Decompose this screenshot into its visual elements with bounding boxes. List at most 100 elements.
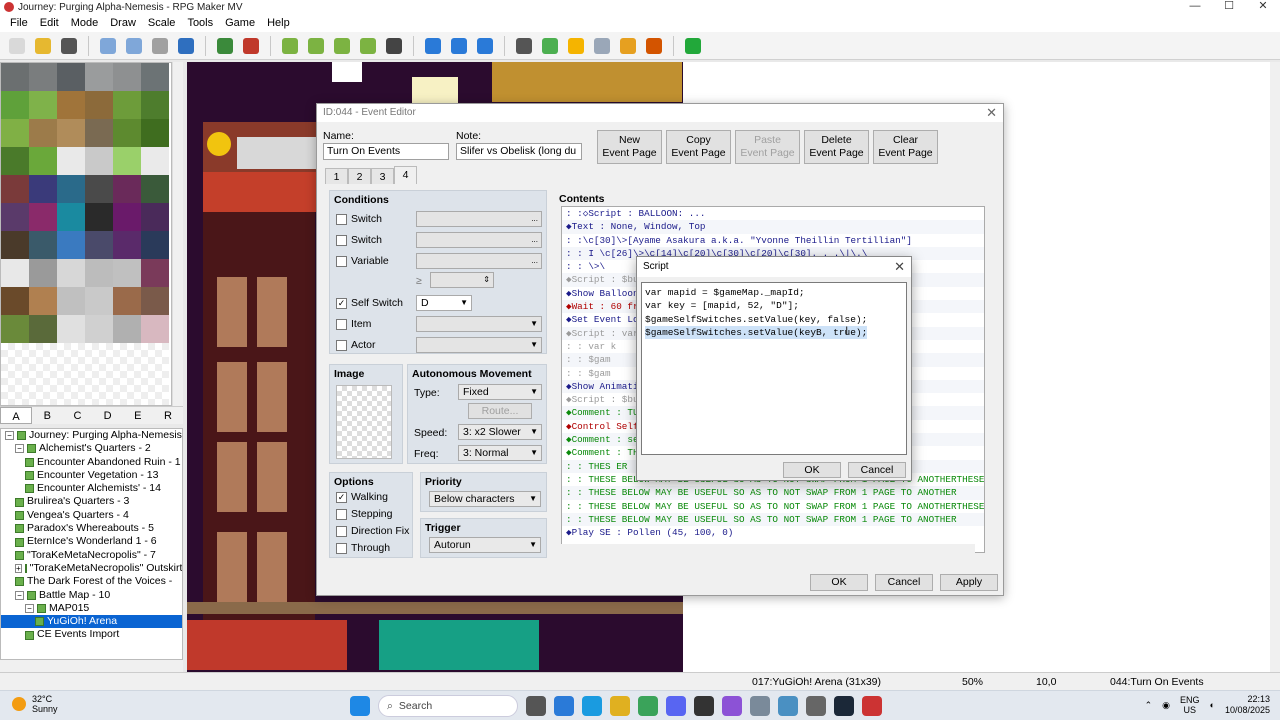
tile-swatch[interactable] [113,203,141,231]
tile-palette[interactable] [0,62,172,406]
event-apply-button[interactable]: Apply [940,574,998,591]
tile-swatch[interactable] [85,175,113,203]
tile-swatch[interactable] [57,231,85,259]
self-switch-select[interactable]: D ▼ [416,295,472,311]
collapse-icon[interactable]: − [5,431,14,441]
tile-swatch[interactable] [85,91,113,119]
zoom-out-button[interactable] [448,35,470,57]
event-mode-button[interactable] [240,35,262,57]
tile-swatch[interactable] [141,259,169,287]
variable-select[interactable]: ... [416,253,542,269]
close-icon[interactable]: ✕ [894,259,905,275]
tile-swatch[interactable] [57,91,85,119]
menu-tools[interactable]: Tools [181,17,219,29]
map-tree-item[interactable]: + "ToraKeMetaNecropolis" Outskirts [1,562,182,575]
tile-swatch[interactable] [85,259,113,287]
palette-scrollbar[interactable] [172,62,183,406]
tile-swatch[interactable] [1,287,29,315]
delete-event-page-button[interactable]: Delete Event Page [804,130,869,164]
tile-swatch[interactable] [85,315,113,343]
event-searcher-button[interactable] [591,35,613,57]
close-icon[interactable]: ✕ [986,105,997,121]
collapse-icon[interactable]: − [25,604,34,613]
movement-type-select[interactable]: Fixed ▼ [458,384,542,400]
tile-swatch[interactable] [141,175,169,203]
event-cancel-button[interactable]: Cancel [875,574,933,591]
event-name-input[interactable]: Turn On Events [323,143,449,160]
github-icon[interactable] [694,696,714,716]
script-textarea[interactable]: var mapid = $gameMap._mapId; var key = [… [641,282,907,455]
playtest-button[interactable] [682,35,704,57]
maximize-button[interactable]: ☐ [1212,0,1246,14]
collapse-icon[interactable]: − [15,444,24,454]
empty-tile[interactable] [1,371,29,399]
tile-swatch[interactable] [57,119,85,147]
tile-swatch[interactable] [29,259,57,287]
empty-tile[interactable] [85,371,113,399]
tile-swatch[interactable] [57,147,85,175]
obs-icon[interactable] [722,696,742,716]
tile-swatch[interactable] [57,315,85,343]
empty-tile[interactable] [141,399,169,405]
tab-page-1[interactable]: 1 [325,168,348,184]
empty-tile[interactable] [29,343,57,371]
contents-vertical-scrollbar[interactable] [985,206,995,544]
tab-tileset-r[interactable]: R [153,407,183,424]
map-tree-item[interactable]: Paradox's Whereabouts - 5 [1,522,182,535]
switch2-select[interactable]: ... [416,232,542,248]
paste-button[interactable] [149,35,171,57]
event-ok-button[interactable]: OK [810,574,868,591]
zoom-actual-button[interactable] [474,35,496,57]
tile-swatch[interactable] [141,147,169,175]
event-command-line[interactable]: : :◇Script : BALLOON: ... [562,207,984,220]
tile-swatch[interactable] [85,147,113,175]
file-explorer-icon[interactable] [610,696,630,716]
map-mode-button[interactable] [214,35,236,57]
map-tree-item[interactable]: − Alchemist's Quarters - 2 [1,442,182,455]
switch2-checkbox[interactable]: Switch [336,234,382,246]
chrome-icon[interactable] [638,696,658,716]
tile-swatch[interactable] [113,287,141,315]
empty-tile[interactable] [113,399,141,405]
empty-tile[interactable] [57,343,85,371]
tile-swatch[interactable] [113,91,141,119]
empty-tile[interactable] [57,399,85,405]
map-tree-item[interactable]: Encounter Abandoned Ruin - 1 [1,456,182,469]
tab-tileset-c[interactable]: C [62,407,92,424]
menu-draw[interactable]: Draw [104,17,142,29]
event-image-preview[interactable] [336,385,392,459]
contents-horizontal-scrollbar[interactable] [561,544,975,554]
tile-swatch[interactable] [29,203,57,231]
copy-button[interactable] [123,35,145,57]
map-tree-item[interactable]: Vengea's Quarters - 4 [1,509,182,522]
volume-icon[interactable]: ◐ [1210,700,1215,710]
tile-swatch[interactable] [85,63,113,91]
event-command-line[interactable]: : : THESE BELOW MAY BE USEFUL SO AS TO N… [562,512,984,527]
stepping-checkbox[interactable]: Stepping [336,508,392,520]
tile-swatch[interactable] [1,91,29,119]
variable-checkbox[interactable]: Variable [336,255,389,267]
item-select[interactable]: ▼ [416,316,542,332]
empty-tile[interactable] [85,343,113,371]
tile-swatch[interactable] [113,259,141,287]
event-command-line[interactable]: : : THESE BELOW MAY BE USEFUL SO AS TO N… [562,486,984,500]
script-ok-button[interactable]: OK [783,462,841,478]
empty-tile[interactable] [1,343,29,371]
chevron-up-icon[interactable]: ⌃ [1145,700,1153,711]
map-tree-item[interactable]: − Battle Map - 10 [1,589,182,602]
tile-swatch[interactable] [1,315,29,343]
network-icon[interactable]: ◉ [1162,700,1170,711]
cut-button[interactable] [97,35,119,57]
database-button[interactable] [513,35,535,57]
app-icon[interactable] [778,696,798,716]
open-project-button[interactable] [32,35,54,57]
empty-tile[interactable] [141,343,169,371]
tile-swatch[interactable] [113,175,141,203]
new-project-button[interactable] [6,35,28,57]
empty-tile[interactable] [113,343,141,371]
through-checkbox[interactable]: Through [336,542,390,554]
event-command-line[interactable]: ◆Text : None, Window, Top [562,220,984,234]
tile-swatch[interactable] [85,231,113,259]
tile-swatch[interactable] [57,259,85,287]
tile-swatch[interactable] [141,119,169,147]
